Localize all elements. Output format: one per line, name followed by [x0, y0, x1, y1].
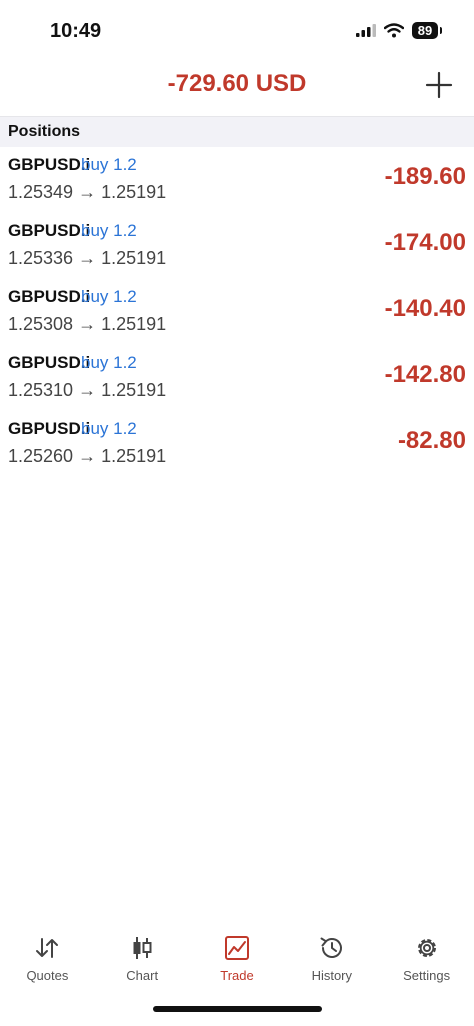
position-symbol: GBPUSD.i	[8, 353, 91, 372]
settings-icon	[417, 939, 436, 957]
position-prices: 1.25260 → 1.25191	[8, 446, 167, 466]
section-title: Positions	[8, 123, 81, 140]
tab-label: Trade	[220, 968, 254, 983]
wifi-icon	[384, 23, 404, 38]
position-row[interactable]: GBPUSD.i buy 1.2 1.25308 → 1.25191 -140.…	[0, 279, 474, 345]
tab-settings[interactable]: Settings	[379, 926, 474, 996]
account-balance: -729.60 USD	[167, 70, 307, 97]
history-icon	[320, 937, 342, 958]
position-profit: -189.60	[384, 163, 466, 190]
positions-list: GBPUSD.i buy 1.2 1.25349 → 1.25191 -189.…	[0, 147, 474, 477]
position-row[interactable]: GBPUSD.i buy 1.2 1.25260 → 1.25191 -82.8…	[0, 411, 474, 477]
position-prices: 1.25310 → 1.25191	[8, 380, 167, 400]
position-profit: -140.40	[384, 295, 466, 322]
position-symbol: GBPUSD.i	[8, 419, 91, 438]
tab-trade[interactable]: Trade	[190, 926, 285, 996]
position-side: buy 1.2	[81, 221, 137, 240]
chart-icon	[133, 937, 152, 959]
position-symbol: GBPUSD.i	[8, 221, 91, 240]
position-symbol: GBPUSD.i	[8, 155, 91, 174]
position-profit: -82.80	[397, 427, 466, 454]
position-row[interactable]: GBPUSD.i buy 1.2 1.25310 → 1.25191 -142.…	[0, 345, 474, 411]
tab-label: History	[311, 968, 353, 983]
position-prices: 1.25336 → 1.25191	[8, 248, 167, 268]
position-side: buy 1.2	[81, 419, 137, 438]
add-position-button[interactable]	[424, 70, 454, 100]
tab-bar: Quotes Chart Trade History Settings	[0, 926, 474, 996]
position-side: buy 1.2	[81, 353, 137, 372]
quotes-icon	[36, 938, 59, 958]
battery-indicator: 89	[412, 22, 442, 39]
trade-icon	[224, 936, 249, 960]
position-prices: 1.25349 → 1.25191	[8, 182, 167, 202]
status-time: 10:49	[50, 20, 102, 42]
position-profit: -142.80	[384, 361, 466, 388]
tab-chart[interactable]: Chart	[95, 926, 190, 996]
tab-history[interactable]: History	[284, 926, 379, 996]
cellular-signal-icon	[356, 24, 376, 37]
status-bar: 10:49 89	[0, 0, 474, 62]
position-row[interactable]: GBPUSD.i buy 1.2 1.25349 → 1.25191 -189.…	[0, 147, 474, 213]
tab-label: Chart	[126, 968, 159, 983]
home-indicator	[153, 1006, 322, 1012]
status-icons: 89	[356, 22, 442, 39]
tab-label: Quotes	[26, 968, 69, 983]
position-side: buy 1.2	[81, 155, 137, 174]
position-symbol: GBPUSD.i	[8, 287, 91, 306]
position-prices: 1.25308 → 1.25191	[8, 314, 167, 334]
tab-label: Settings	[403, 968, 451, 983]
position-side: buy 1.2	[81, 287, 137, 306]
position-profit: -174.00	[384, 229, 466, 256]
position-row[interactable]: GBPUSD.i buy 1.2 1.25336 → 1.25191 -174.…	[0, 213, 474, 279]
positions-section-header: Positions	[0, 116, 474, 147]
header: -729.60 USD	[0, 62, 474, 112]
tab-quotes[interactable]: Quotes	[0, 926, 95, 996]
